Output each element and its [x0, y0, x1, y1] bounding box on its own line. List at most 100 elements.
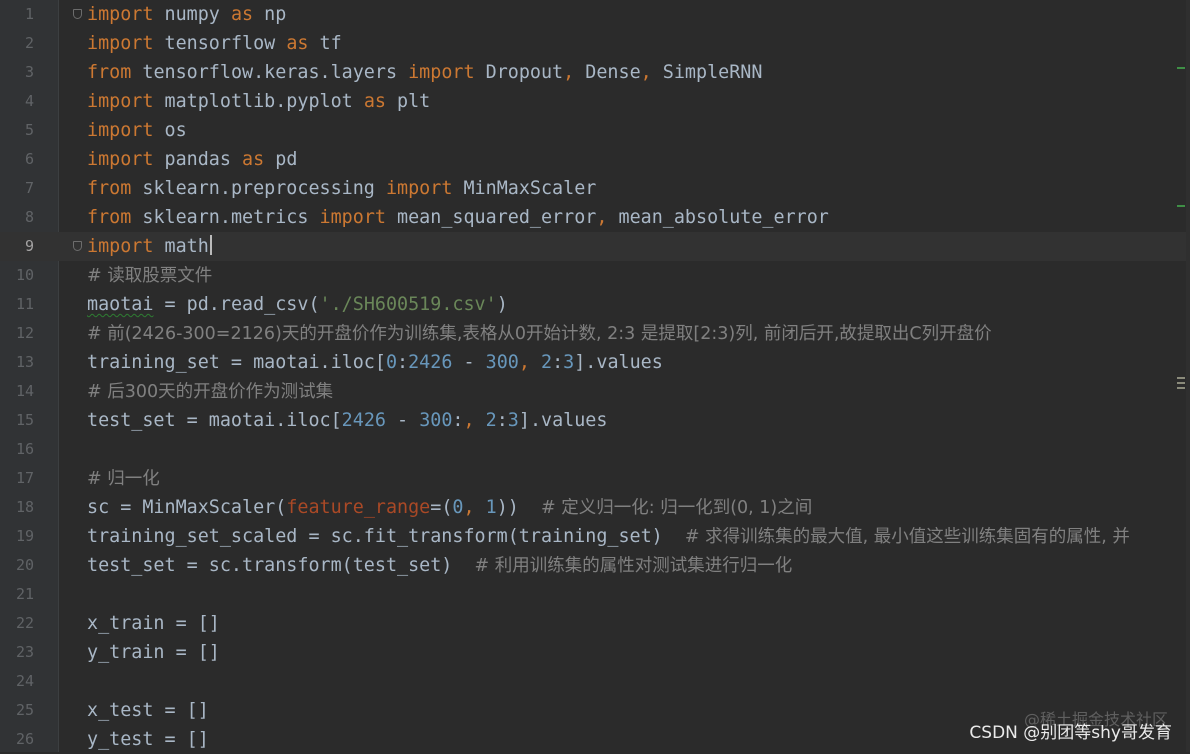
- code-text[interactable]: x_train = []: [87, 609, 220, 638]
- code-line[interactable]: 2 import tensorflow as tf: [0, 29, 1190, 58]
- line-number[interactable]: 20: [0, 551, 34, 580]
- change-marker-icon[interactable]: [1177, 67, 1185, 69]
- fold-marker-icon[interactable]: [73, 9, 82, 19]
- code-line[interactable]: 5 import os: [0, 116, 1190, 145]
- code-line[interactable]: 7 from sklearn.preprocessing import MinMa…: [0, 174, 1190, 203]
- line-number[interactable]: 5: [0, 116, 34, 145]
- code-text[interactable]: training_set_scaled = sc.fit_transform(t…: [87, 522, 1130, 552]
- code-line[interactable]: 12 # 前(2426-300=2126)天的开盘价作为训练集,表格从0开始计数,…: [0, 319, 1190, 348]
- line-number[interactable]: 10: [0, 261, 34, 290]
- code-token: ].values: [518, 410, 608, 431]
- code-token: -: [452, 352, 486, 373]
- code-token: = pd.read_csv(: [153, 294, 320, 315]
- code-line[interactable]: 1 import numpy as np: [0, 0, 1190, 29]
- code-editor[interactable]: 1 import numpy as np 2 import tensorflow as…: [0, 0, 1190, 752]
- line-number[interactable]: 11: [0, 290, 34, 319]
- code-line[interactable]: 18 sc = MinMaxScaler(feature_range=(0, 1)…: [0, 493, 1190, 522]
- code-text[interactable]: import math: [87, 232, 212, 261]
- code-token: MinMaxScaler: [452, 178, 597, 199]
- code-text[interactable]: # 归一化: [87, 464, 160, 494]
- code-text[interactable]: sc = MinMaxScaler(feature_range=(0, 1)) …: [87, 493, 812, 523]
- code-line[interactable]: 16: [0, 435, 1190, 464]
- line-number[interactable]: 1: [0, 0, 34, 29]
- code-token: from: [87, 178, 132, 199]
- code-line[interactable]: 13 training_set = maotai.iloc[0:2426 - 30…: [0, 348, 1190, 377]
- code-line[interactable]: 3 from tensorflow.keras.layers import Dro…: [0, 58, 1190, 87]
- code-token: ,: [563, 62, 575, 83]
- line-number[interactable]: 9: [0, 232, 34, 261]
- code-line[interactable]: 15 test_set = maotai.iloc[2426 - 300:, 2:…: [0, 406, 1190, 435]
- code-token: tensorflow: [153, 33, 287, 54]
- line-number[interactable]: 8: [0, 203, 34, 232]
- code-line[interactable]: 17 # 归一化: [0, 464, 1190, 493]
- line-number[interactable]: 4: [0, 87, 34, 116]
- code-text[interactable]: test_set = maotai.iloc[2426 - 300:, 2:3]…: [87, 406, 607, 435]
- code-token: plt: [385, 91, 431, 112]
- code-line[interactable]: 6 import pandas as pd: [0, 145, 1190, 174]
- warning-stripe-icon[interactable]: [1177, 387, 1185, 389]
- warning-stripe-icon[interactable]: [1177, 382, 1185, 384]
- code-token: './SH600519.csv': [319, 294, 497, 315]
- code-text[interactable]: import pandas as pd: [87, 145, 297, 174]
- code-text[interactable]: # 前(2426-300=2126)天的开盘价作为训练集,表格从0开始计数, 2…: [87, 319, 992, 349]
- line-number[interactable]: 24: [0, 667, 34, 696]
- line-number[interactable]: 12: [0, 319, 34, 348]
- line-number[interactable]: 17: [0, 464, 34, 493]
- line-number[interactable]: 25: [0, 696, 34, 725]
- fold-end-marker-icon[interactable]: [73, 241, 82, 251]
- line-number[interactable]: 13: [0, 348, 34, 377]
- code-token: mean_squared_error: [385, 207, 597, 228]
- code-text[interactable]: test_set = sc.transform(test_set) # 利用训练…: [87, 551, 792, 581]
- code-token: :: [552, 352, 564, 373]
- code-line[interactable]: 23 y_train = []: [0, 638, 1190, 667]
- code-text[interactable]: # 读取股票文件: [87, 261, 212, 291]
- line-number[interactable]: 23: [0, 638, 34, 667]
- line-number[interactable]: 3: [0, 58, 34, 87]
- line-number[interactable]: 2: [0, 29, 34, 58]
- code-text[interactable]: from sklearn.metrics import mean_squared…: [87, 203, 829, 232]
- code-text[interactable]: import os: [87, 116, 187, 145]
- line-number[interactable]: 22: [0, 609, 34, 638]
- code-token: import: [87, 149, 154, 170]
- warning-stripe-icon[interactable]: [1177, 377, 1185, 379]
- line-number[interactable]: 21: [0, 580, 34, 609]
- code-token: Dropout: [474, 62, 564, 83]
- code-text[interactable]: # 后300天的开盘价作为测试集: [87, 377, 333, 407]
- line-number[interactable]: 6: [0, 145, 34, 174]
- code-line[interactable]: 19 training_set_scaled = sc.fit_transform…: [0, 522, 1190, 551]
- line-number[interactable]: 26: [0, 725, 34, 754]
- line-number[interactable]: 15: [0, 406, 34, 435]
- code-line[interactable]: 9 import math: [0, 232, 1190, 261]
- code-text[interactable]: y_train = []: [87, 638, 220, 667]
- code-text[interactable]: from sklearn.preprocessing import MinMax…: [87, 174, 596, 203]
- code-token: test_set = sc.transform(test_set): [87, 555, 475, 576]
- code-text[interactable]: from tensorflow.keras.layers import Drop…: [87, 58, 762, 87]
- code-token: ,: [463, 497, 475, 518]
- code-line[interactable]: 22 x_train = []: [0, 609, 1190, 638]
- code-line[interactable]: 10 # 读取股票文件: [0, 261, 1190, 290]
- code-text[interactable]: x_test = []: [87, 696, 209, 725]
- code-token: np: [253, 4, 287, 25]
- code-line[interactable]: 14 # 后300天的开盘价作为测试集: [0, 377, 1190, 406]
- line-number[interactable]: 7: [0, 174, 34, 203]
- vertical-scrollbar[interactable]: [1186, 0, 1190, 752]
- code-token: import: [87, 33, 154, 54]
- code-line[interactable]: 11 maotai = pd.read_csv('./SH600519.csv'): [0, 290, 1190, 319]
- code-line[interactable]: 8 from sklearn.metrics import mean_square…: [0, 203, 1190, 232]
- code-text[interactable]: training_set = maotai.iloc[0:2426 - 300,…: [87, 348, 663, 377]
- change-marker-icon[interactable]: [1177, 205, 1185, 207]
- line-number[interactable]: 16: [0, 435, 34, 464]
- code-text[interactable]: y_test = []: [87, 725, 209, 754]
- code-line[interactable]: 21: [0, 580, 1190, 609]
- code-line[interactable]: 20 test_set = sc.transform(test_set) # 利用…: [0, 551, 1190, 580]
- line-number[interactable]: 18: [0, 493, 34, 522]
- line-number[interactable]: 14: [0, 377, 34, 406]
- code-line[interactable]: 4 import matplotlib.pyplot as plt: [0, 87, 1190, 116]
- code-text[interactable]: import numpy as np: [87, 0, 286, 29]
- line-number[interactable]: 19: [0, 522, 34, 551]
- code-text[interactable]: import tensorflow as tf: [87, 29, 342, 58]
- code-line[interactable]: 24: [0, 667, 1190, 696]
- code-token: y_test = []: [87, 729, 209, 750]
- code-text[interactable]: maotai = pd.read_csv('./SH600519.csv'): [87, 290, 508, 319]
- code-text[interactable]: import matplotlib.pyplot as plt: [87, 87, 430, 116]
